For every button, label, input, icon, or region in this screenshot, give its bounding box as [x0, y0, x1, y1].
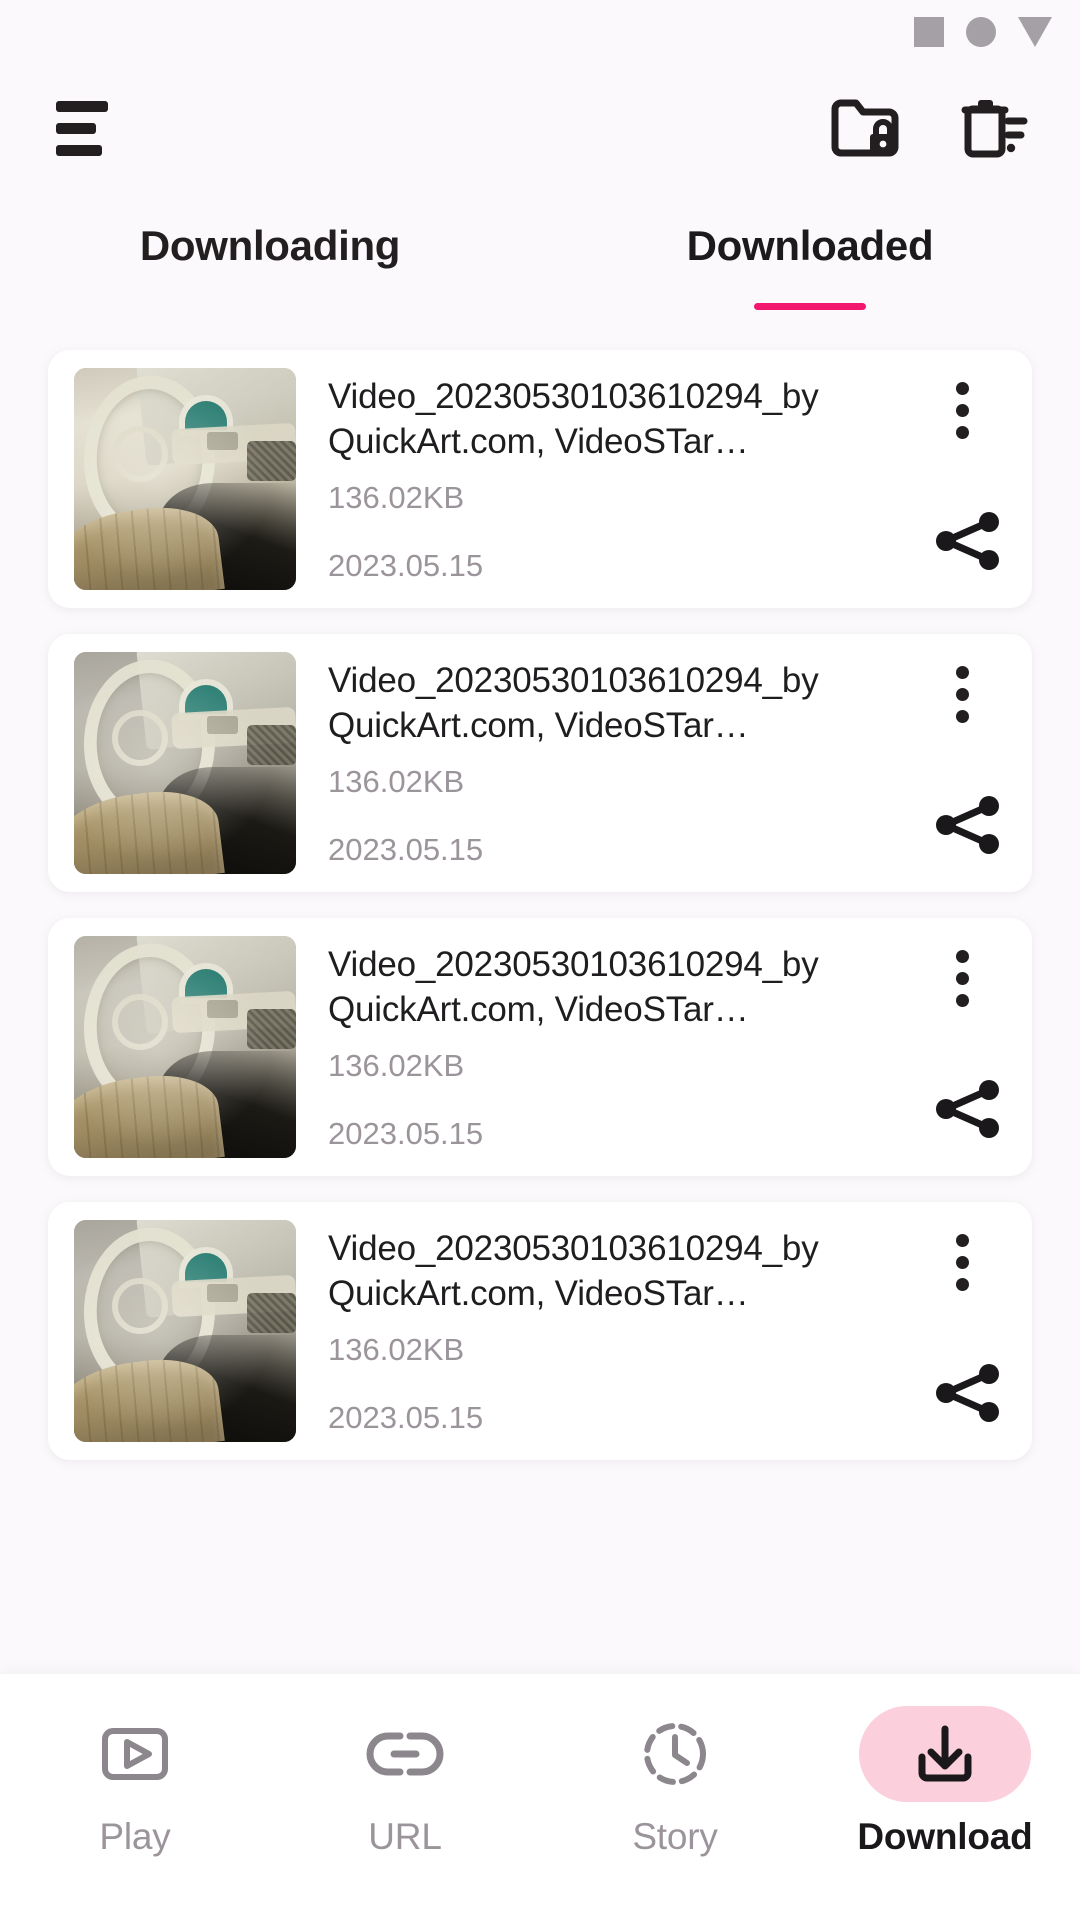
file-title: Video_20230530103610294_by QuickArt.com,… — [328, 661, 819, 745]
card-actions — [930, 652, 1010, 874]
app-header — [0, 78, 1080, 178]
table-row[interactable]: Video_20230530103610294_by QuickArt.com,… — [48, 918, 1032, 1176]
file-date: 2023.05.15 — [328, 548, 484, 583]
tab-downloading[interactable]: Downloading — [0, 196, 540, 326]
nav-label: Play — [99, 1816, 171, 1857]
triangle-indicator-icon — [1018, 17, 1052, 47]
file-date: 2023.05.15 — [328, 1116, 484, 1151]
download-icon — [918, 1725, 972, 1782]
file-size: 136.02KB — [328, 480, 465, 515]
nav-item-url[interactable]: URL — [270, 1706, 540, 1858]
file-date: 2023.05.15 — [328, 1400, 484, 1435]
vintage-car-interior-thumbnail[interactable] — [74, 1220, 296, 1442]
status-bar — [0, 0, 1080, 64]
tab-label: Downloading — [139, 222, 401, 269]
nav-item-story[interactable]: Story — [540, 1706, 810, 1858]
nav-icon-wrap — [589, 1706, 761, 1802]
card-body: Video_20230530103610294_by QuickArt.com,… — [296, 936, 1014, 1158]
file-title: Video_20230530103610294_by QuickArt.com,… — [328, 1229, 819, 1313]
file-title: Video_20230530103610294_by QuickArt.com,… — [328, 945, 819, 1029]
more-options-icon[interactable] — [956, 1234, 969, 1291]
header-actions — [830, 97, 1028, 159]
file-size: 136.02KB — [328, 1048, 465, 1083]
nav-icon-wrap — [319, 1706, 491, 1802]
status-bar-icons — [914, 17, 1052, 47]
vintage-car-interior-thumbnail[interactable] — [74, 936, 296, 1158]
card-actions — [930, 936, 1010, 1158]
table-row[interactable]: Video_20230530103610294_by QuickArt.com,… — [48, 634, 1032, 892]
share-icon[interactable] — [936, 510, 1002, 572]
vintage-car-interior-thumbnail[interactable] — [74, 652, 296, 874]
play-video-icon — [102, 1728, 168, 1780]
file-size: 136.02KB — [328, 1332, 465, 1367]
hamburger-bar — [56, 100, 108, 112]
square-indicator-icon — [914, 17, 944, 47]
tab-downloaded[interactable]: Downloaded — [540, 196, 1080, 326]
downloaded-list[interactable]: Video_20230530103610294_by QuickArt.com,… — [0, 342, 1080, 1674]
hamburger-bar — [56, 122, 96, 134]
file-size: 136.02KB — [328, 764, 465, 799]
share-icon[interactable] — [936, 1078, 1002, 1140]
card-actions — [930, 1220, 1010, 1442]
nav-item-download[interactable]: Download — [810, 1706, 1080, 1858]
circle-indicator-icon — [966, 17, 996, 47]
file-title: Video_20230530103610294_by QuickArt.com,… — [328, 377, 819, 461]
file-date: 2023.05.15 — [328, 832, 484, 867]
more-options-icon[interactable] — [956, 950, 969, 1007]
share-icon[interactable] — [936, 1362, 1002, 1424]
share-icon[interactable] — [936, 794, 1002, 856]
tab-bar: Downloading Downloaded — [0, 196, 1080, 326]
card-body: Video_20230530103610294_by QuickArt.com,… — [296, 368, 1014, 590]
table-row[interactable]: Video_20230530103610294_by QuickArt.com,… — [48, 350, 1032, 608]
card-body: Video_20230530103610294_by QuickArt.com,… — [296, 1220, 1014, 1442]
table-row[interactable]: Video_20230530103610294_by QuickArt.com,… — [48, 1202, 1032, 1460]
bottom-navigation-bar: Play URL Story Download — [0, 1674, 1080, 1920]
card-actions — [930, 368, 1010, 590]
more-options-icon[interactable] — [956, 382, 969, 439]
nav-label: URL — [368, 1816, 442, 1857]
private-folder-icon[interactable] — [830, 97, 900, 159]
nav-icon-wrap — [49, 1706, 221, 1802]
vintage-car-interior-thumbnail[interactable] — [74, 368, 296, 590]
tab-active-indicator — [754, 303, 866, 310]
hamburger-menu-icon[interactable] — [56, 100, 112, 156]
nav-item-play[interactable]: Play — [0, 1706, 270, 1858]
hamburger-bar — [56, 144, 102, 156]
story-clock-icon — [644, 1723, 706, 1785]
card-body: Video_20230530103610294_by QuickArt.com,… — [296, 652, 1014, 874]
more-options-icon[interactable] — [956, 666, 969, 723]
link-icon — [366, 1732, 444, 1776]
nav-label: Story — [632, 1816, 718, 1857]
nav-icon-wrap — [859, 1706, 1031, 1802]
delete-list-icon[interactable] — [958, 97, 1028, 159]
tab-label: Downloaded — [686, 222, 934, 269]
nav-label: Download — [857, 1816, 1033, 1857]
